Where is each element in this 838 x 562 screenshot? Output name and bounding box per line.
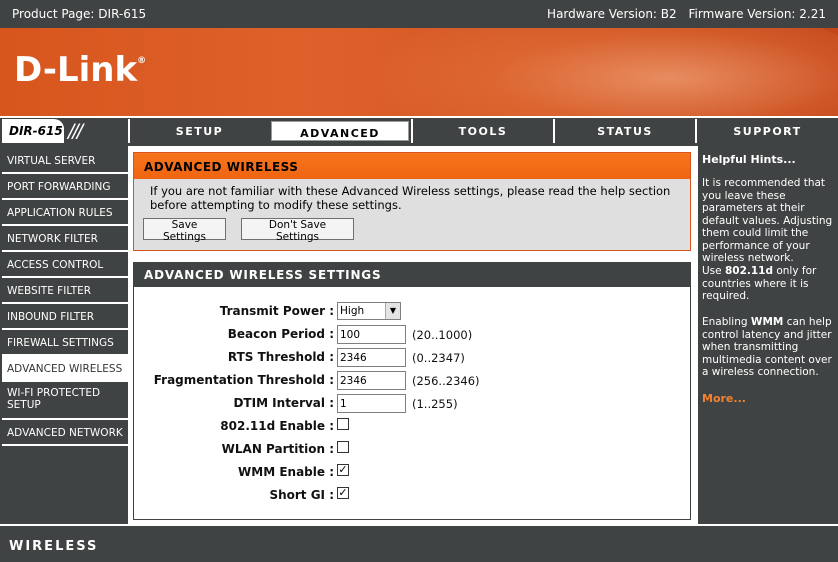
beacon-period-range: (20..1000) — [412, 328, 473, 342]
wmm-enable-row: WMM Enable : ✓ — [134, 462, 692, 482]
footer-bar: WIRELESS — [0, 524, 838, 562]
short-gi-label: Short GI : — [269, 488, 334, 502]
intro-description: If you are not familiar with these Advan… — [150, 184, 671, 212]
product-page: Product Page: DIR-615 — [12, 7, 147, 21]
dot11d-enable-label: 802.11d Enable : — [220, 419, 334, 433]
short-gi-checkbox[interactable]: ✓ — [337, 487, 349, 499]
dtim-interval-row: DTIM Interval : 1 (1..255) — [134, 393, 692, 413]
transmit-power-row: Transmit Power : High ▼ — [134, 301, 692, 321]
hint-80211d: Use 802.11d only for countries where it … — [702, 265, 817, 302]
save-settings-button[interactable]: Save Settings — [143, 218, 226, 243]
advanced-wireless-settings-box: ADVANCED WIRELESS SETTINGS Transmit Powe… — [133, 262, 691, 520]
nav-bar: DIR-615 /// SETUP ADVANCED TOOLS STATUS … — [0, 118, 838, 146]
dont-save-settings-button[interactable]: Don't Save Settings — [241, 218, 354, 243]
wlan-partition-checkbox[interactable] — [337, 441, 349, 453]
firmware-version: Firmware Version: 2.21 — [688, 7, 826, 21]
sidebar-item-advanced-network[interactable]: ADVANCED NETWORK — [2, 420, 128, 446]
dtim-interval-label: DTIM Interval : — [233, 396, 334, 410]
wlan-partition-label: WLAN Partition : — [221, 442, 334, 456]
short-gi-row: Short GI : ✓ — [134, 485, 692, 505]
rts-threshold-label: RTS Threshold : — [227, 350, 334, 364]
rts-threshold-row: RTS Threshold : 2346 (0..2347) — [134, 347, 692, 367]
top-bar: Product Page: DIR-615 Hardware Version: … — [0, 0, 838, 28]
sidebar-item-wifi-protected-setup[interactable]: WI-FI PROTECTED SETUP — [2, 382, 128, 420]
sidebar-item-inbound-filter[interactable]: INBOUND FILTER — [2, 304, 128, 330]
wmm-enable-checkbox[interactable]: ✓ — [337, 464, 349, 476]
fragmentation-threshold-input[interactable]: 2346 — [337, 371, 406, 390]
chevron-down-icon[interactable]: ▼ — [385, 303, 400, 319]
registered-mark: ® — [137, 56, 147, 66]
transmit-power-value: High — [340, 305, 365, 317]
beacon-period-input[interactable]: 100 — [337, 325, 406, 344]
sidebar-item-virtual-server[interactable]: VIRTUAL SERVER — [2, 148, 128, 174]
banner: D-Link® — [0, 28, 838, 116]
wlan-partition-row: WLAN Partition : — [134, 439, 692, 459]
footer-label: WIRELESS — [9, 539, 99, 554]
slash-decoration: /// — [68, 120, 83, 142]
sidebar-item-network-filter[interactable]: NETWORK FILTER — [2, 226, 128, 252]
rts-threshold-range: (0..2347) — [412, 351, 465, 365]
sidebar-item-website-filter[interactable]: WEBSITE FILTER — [2, 278, 128, 304]
transmit-power-select[interactable]: High ▼ — [337, 302, 401, 320]
hardware-version: Hardware Version: B2 — [547, 7, 677, 21]
tab-setup[interactable]: SETUP — [128, 119, 269, 143]
intro-box: ADVANCED WIRELESS If you are not familia… — [133, 152, 691, 251]
transmit-power-label: Transmit Power : — [219, 304, 334, 318]
banner-swoosh — [358, 28, 838, 116]
version-info: Hardware Version: B2 Firmware Version: 2… — [539, 7, 826, 21]
sidebar-item-access-control[interactable]: ACCESS CONTROL — [2, 252, 128, 278]
tab-advanced[interactable]: ADVANCED — [269, 119, 411, 143]
intro-title: ADVANCED WIRELESS — [134, 153, 690, 179]
sidebar-item-advanced-wireless[interactable]: ADVANCED WIRELESS — [2, 356, 128, 382]
more-link[interactable]: More... — [702, 392, 746, 405]
fragmentation-threshold-row: Fragmentation Threshold : 2346 (256..234… — [134, 370, 692, 390]
beacon-period-label: Beacon Period : — [227, 327, 334, 341]
wmm-enable-label: WMM Enable : — [238, 465, 334, 479]
tab-status[interactable]: STATUS — [553, 119, 695, 143]
dot11d-enable-checkbox[interactable] — [337, 418, 349, 430]
dtim-interval-input[interactable]: 1 — [337, 394, 406, 413]
rts-threshold-input[interactable]: 2346 — [337, 348, 406, 367]
dtim-interval-range: (1..255) — [412, 397, 458, 411]
sidebar-item-application-rules[interactable]: APPLICATION RULES — [2, 200, 128, 226]
sidebar-item-port-forwarding[interactable]: PORT FORWARDING — [2, 174, 128, 200]
main-content: ADVANCED WIRELESS If you are not familia… — [128, 146, 696, 524]
sidebar: VIRTUAL SERVER PORT FORWARDING APPLICATI… — [0, 146, 128, 524]
hint-wmm: Enabling WMM can help control latency an… — [702, 316, 832, 378]
dlink-logo: D-Link® — [14, 50, 147, 90]
fragmentation-threshold-label: Fragmentation Threshold : — [153, 373, 334, 387]
beacon-period-row: Beacon Period : 100 (20..1000) — [134, 324, 692, 344]
settings-title: ADVANCED WIRELESS SETTINGS — [134, 263, 690, 287]
hints-title: Helpful Hints... — [702, 153, 796, 166]
model-badge: DIR-615 — [2, 119, 64, 143]
tab-tools[interactable]: TOOLS — [411, 119, 553, 143]
helpful-hints-panel: Helpful Hints... It is recommended that … — [696, 146, 838, 524]
hint-default-values: It is recommended that you leave these p… — [702, 177, 833, 264]
sidebar-item-firewall-settings[interactable]: FIREWALL SETTINGS — [2, 330, 128, 356]
dot11d-enable-row: 802.11d Enable : — [134, 416, 692, 436]
fragmentation-threshold-range: (256..2346) — [412, 374, 480, 388]
tab-support[interactable]: SUPPORT — [695, 119, 838, 143]
